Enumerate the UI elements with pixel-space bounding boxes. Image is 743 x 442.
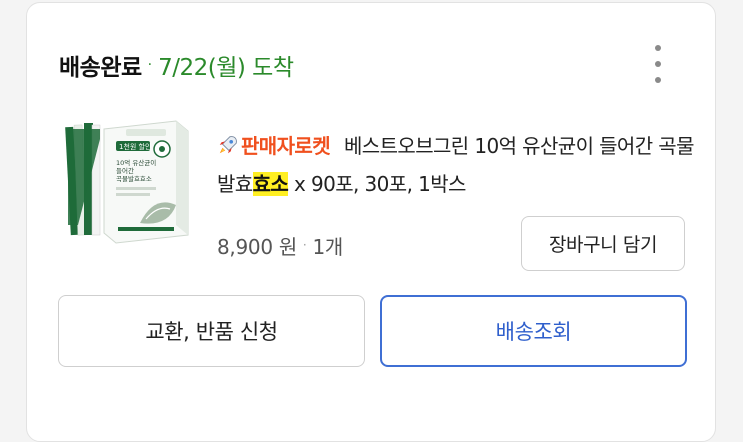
exchange-return-button[interactable]: 교환, 반품 신청	[58, 295, 365, 367]
more-dot	[655, 61, 661, 67]
svg-text:들어간: 들어간	[116, 166, 134, 175]
product-title-highlight: 효소	[252, 172, 289, 196]
more-vertical-icon[interactable]	[647, 45, 669, 83]
track-delivery-button[interactable]: 배송조회	[380, 295, 687, 367]
svg-text:곡물발효효소: 곡물발효효소	[116, 174, 152, 183]
product-thumbnail[interactable]: 1천원 할인 10억 유산균이 들어간 곡물발효효소	[64, 115, 190, 247]
product-title[interactable]: 판매자로켓 베스트오브그린 10억 유산균이 들어간 곡물발효효소 x 90포, …	[217, 127, 697, 203]
product-thumbnail-image: 1천원 할인 10억 유산균이 들어간 곡물발효효소	[65, 120, 189, 244]
delivery-status: 배송완료	[59, 55, 142, 81]
delivery-date: 7/22(월) 도착	[158, 55, 294, 81]
svg-text:10억 유산균이: 10억 유산균이	[116, 158, 156, 167]
rocket-icon	[219, 136, 237, 154]
order-status-row: 배송완료 · 7/22(월) 도착	[59, 45, 294, 85]
status-separator: ·	[147, 57, 153, 73]
product-title-options: x 90포, 30포, 1박스	[288, 172, 466, 196]
svg-text:1천원 할인: 1천원 할인	[119, 142, 151, 151]
more-dot	[655, 77, 661, 83]
quantity: 1개	[312, 234, 343, 259]
add-to-cart-button[interactable]: 장바구니 담기	[521, 216, 685, 271]
more-dot	[655, 45, 661, 51]
price-separator: ·	[302, 238, 307, 252]
seller-rocket-badge: 판매자로켓	[241, 134, 331, 158]
order-card: 배송완료 · 7/22(월) 도착 1천원 할인 10억 유산균이 들어간 곡물…	[26, 2, 716, 442]
price-row: 8,900 원 · 1개	[217, 225, 343, 265]
price: 8,900 원	[217, 234, 297, 259]
